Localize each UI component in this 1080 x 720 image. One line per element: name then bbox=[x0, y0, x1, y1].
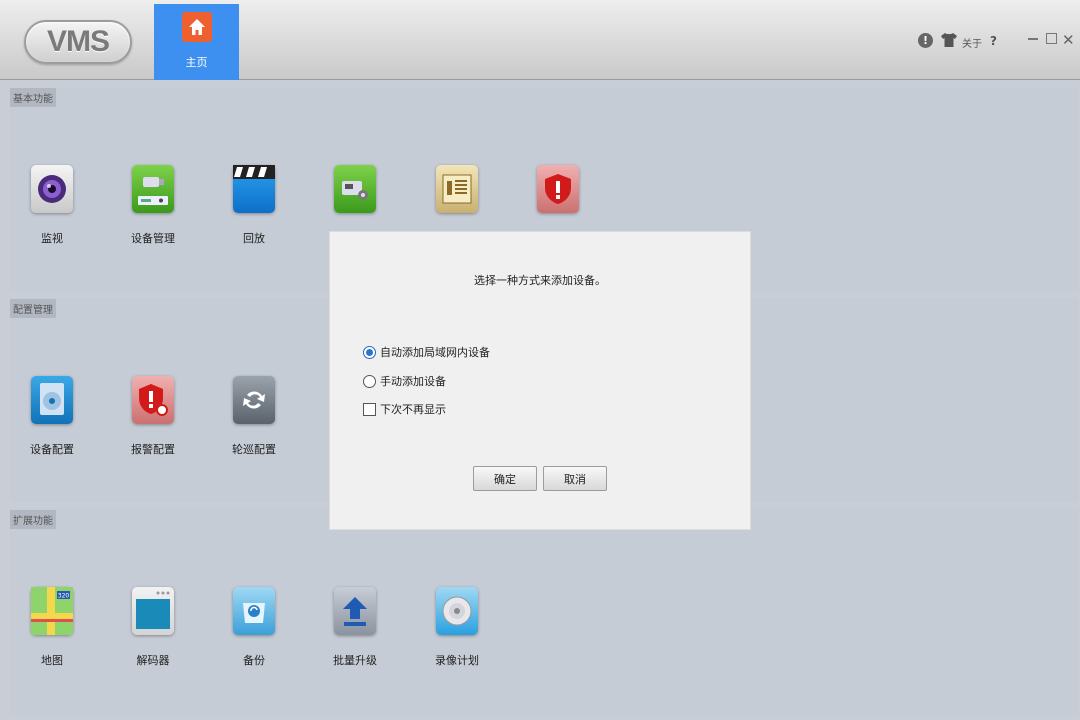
record-plan-icon bbox=[436, 587, 478, 635]
ok-button[interactable]: 确定 bbox=[473, 466, 537, 491]
monitor-camera-icon bbox=[31, 165, 73, 213]
help-icon[interactable]: ? bbox=[990, 34, 997, 48]
maximize-icon[interactable] bbox=[1046, 33, 1057, 44]
playback-clapper-icon bbox=[233, 165, 275, 213]
item-record-plan[interactable]: 录像计划 bbox=[415, 587, 499, 668]
radio-manual-label: 手动添加设备 bbox=[380, 375, 446, 388]
item-label: 设备管理 bbox=[131, 232, 175, 245]
radio-manual-button[interactable] bbox=[363, 374, 376, 388]
tab-home[interactable]: 主页 bbox=[154, 4, 239, 80]
device-config-icon bbox=[31, 376, 73, 424]
log-document-icon bbox=[436, 165, 478, 213]
tour-config-icon bbox=[233, 376, 275, 424]
info-icon[interactable]: ! bbox=[918, 33, 933, 48]
add-device-dialog: 选择一种方式来添加设备。 自动添加局域网内设备 手动添加设备 下次不再显示 确定… bbox=[329, 231, 751, 530]
item-device-config[interactable]: 设备配置 bbox=[10, 376, 94, 457]
checkbox-box[interactable] bbox=[363, 402, 376, 416]
decoder-icon bbox=[132, 587, 174, 635]
about-link[interactable]: 关于 bbox=[962, 35, 982, 50]
item-device-manager[interactable]: 设备管理 bbox=[111, 165, 195, 246]
close-icon[interactable]: ✕ bbox=[1062, 31, 1075, 49]
dont-show-label: 下次不再显示 bbox=[380, 403, 446, 416]
cancel-button[interactable]: 取消 bbox=[543, 466, 607, 491]
vms-logo: VMS bbox=[24, 20, 132, 64]
item-label: 解码器 bbox=[136, 654, 170, 667]
home-icon bbox=[181, 12, 212, 42]
minimize-icon[interactable] bbox=[1028, 38, 1038, 40]
top-bar: VMS 主页 ! 关于 ? ✕ bbox=[0, 0, 1080, 80]
item-label: 报警配置 bbox=[131, 443, 175, 456]
device-settings-icon bbox=[334, 165, 376, 213]
radio-auto-add[interactable]: 自动添加局域网内设备 bbox=[363, 344, 490, 360]
item-log[interactable] bbox=[415, 165, 499, 230]
item-label: 设备配置 bbox=[30, 443, 74, 456]
device-manager-icon bbox=[132, 165, 174, 213]
batch-upgrade-icon bbox=[334, 587, 376, 635]
item-label: 批量升级 bbox=[333, 654, 377, 667]
alarm-config-icon bbox=[132, 376, 174, 424]
item-alarm-config[interactable]: 报警配置 bbox=[111, 376, 195, 457]
svg-text:320: 320 bbox=[58, 593, 70, 600]
radio-manual-add[interactable]: 手动添加设备 bbox=[363, 373, 446, 389]
item-label: 备份 bbox=[243, 654, 265, 667]
section-title: 扩展功能 bbox=[10, 510, 56, 529]
item-alarm[interactable] bbox=[516, 165, 600, 230]
item-label: 监视 bbox=[41, 232, 63, 245]
item-tour-config[interactable]: 轮巡配置 bbox=[212, 376, 296, 457]
radio-auto-label: 自动添加局域网内设备 bbox=[380, 346, 490, 359]
item-label: 地图 bbox=[41, 654, 63, 667]
section-title: 基本功能 bbox=[10, 88, 56, 107]
map-icon: 320 bbox=[31, 587, 73, 635]
item-label: 录像计划 bbox=[435, 654, 479, 667]
section-title: 配置管理 bbox=[10, 299, 56, 318]
item-backup[interactable]: 备份 bbox=[212, 587, 296, 668]
dialog-message: 选择一种方式来添加设备。 bbox=[474, 274, 606, 287]
dont-show-checkbox[interactable]: 下次不再显示 bbox=[363, 401, 446, 417]
tab-home-label: 主页 bbox=[185, 56, 208, 69]
logo-text: VMS bbox=[46, 25, 110, 58]
item-playback[interactable]: 回放 bbox=[212, 165, 296, 246]
item-label: 轮巡配置 bbox=[232, 443, 276, 456]
backup-icon bbox=[233, 587, 275, 635]
item-device-settings[interactable] bbox=[313, 165, 397, 230]
item-label: 回放 bbox=[243, 232, 265, 245]
item-decoder[interactable]: 解码器 bbox=[111, 587, 195, 668]
alarm-shield-icon bbox=[537, 165, 579, 213]
skin-shirt-icon[interactable] bbox=[940, 31, 958, 49]
radio-auto-button[interactable] bbox=[363, 345, 376, 359]
item-monitor[interactable]: 监视 bbox=[10, 165, 94, 246]
item-map[interactable]: 320 地图 bbox=[10, 587, 94, 668]
item-batch-upgrade[interactable]: 批量升级 bbox=[313, 587, 397, 668]
section-extend: 扩展功能 320 地图 解码器 备份 批量升级 录像计划 bbox=[10, 509, 1078, 715]
